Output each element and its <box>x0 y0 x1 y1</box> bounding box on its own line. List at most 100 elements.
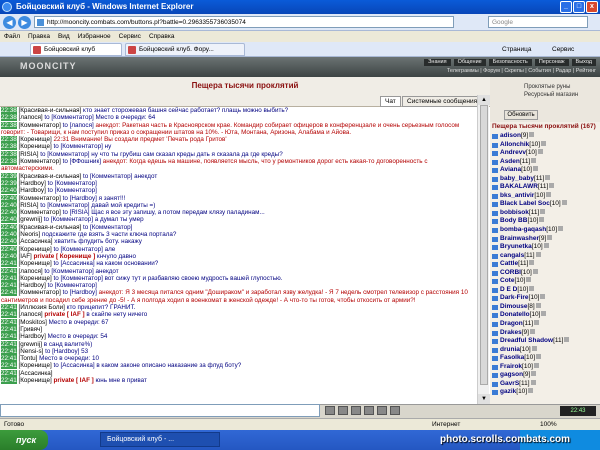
player-entry[interactable]: adison[9] <box>490 132 600 141</box>
player-entry[interactable]: Dark-Fire[10] <box>490 294 600 303</box>
player-entry[interactable]: baby_baby[11] <box>490 174 600 184</box>
taskbar-item[interactable]: Бойцовский клуб - ... <box>100 432 220 447</box>
close-button[interactable]: x <box>586 1 598 13</box>
player-entry[interactable]: D E D[10] <box>490 285 600 295</box>
player-entry[interactable]: Cattle[11] <box>490 260 600 269</box>
scroll-up-icon[interactable]: ▲ <box>478 95 490 105</box>
menu-item[interactable]: Сервис <box>119 31 141 42</box>
player-name[interactable]: Aviana <box>500 166 521 173</box>
player-name[interactable]: Donatello <box>500 311 530 318</box>
back-icon[interactable]: ◀ <box>3 16 16 29</box>
chat-nick[interactable]: [Гривяч] <box>19 326 43 333</box>
player-entry[interactable]: gagson[9] <box>490 371 600 380</box>
player-name[interactable]: Black Label Soc <box>500 200 550 207</box>
page-menu[interactable]: Страница <box>502 44 531 55</box>
chat-nick[interactable]: [RISIA] <box>19 202 39 209</box>
menu-item[interactable]: Вид <box>58 31 70 42</box>
shop-link[interactable]: Ресурсный магазин <box>490 91 600 99</box>
info-icon[interactable] <box>543 243 549 249</box>
chat-nick[interactable]: [Hardboy] <box>19 187 46 194</box>
player-name[interactable]: Andrevv <box>500 149 526 156</box>
player-entry[interactable]: Andrevv[10] <box>490 149 600 158</box>
chat-nick[interactable]: [Nensi-s] <box>19 348 44 355</box>
player-name[interactable]: cangals <box>500 252 524 259</box>
chat-nick[interactable]: [IAF] <box>19 253 32 260</box>
nav-item[interactable]: Безопасность <box>488 59 532 66</box>
player-name[interactable]: bks_antivir <box>500 192 534 199</box>
address-input[interactable]: http://mooncity.combats.com/buttons.pl?b… <box>34 16 454 28</box>
chat-nick[interactable]: [Neoris] <box>19 231 41 238</box>
info-icon[interactable] <box>535 251 541 257</box>
player-name[interactable]: Body BB <box>500 217 527 224</box>
chat-nick[interactable]: [Красивая-и-сильная] <box>19 224 82 231</box>
player-name[interactable]: Frairok <box>500 363 522 370</box>
player-name[interactable]: CORBI <box>500 269 521 276</box>
info-icon[interactable] <box>536 354 542 360</box>
info-icon[interactable] <box>529 132 535 137</box>
chat-nick[interactable]: [Ассасинка] <box>19 238 53 245</box>
nav-item[interactable]: Знания <box>424 59 451 66</box>
player-name[interactable]: gazik <box>500 388 516 395</box>
smiles-icon[interactable] <box>325 406 335 415</box>
menu-item[interactable]: Правка <box>28 31 50 42</box>
info-icon[interactable] <box>541 140 547 146</box>
info-icon[interactable] <box>546 191 552 197</box>
player-entry[interactable]: gazik[10] <box>490 388 600 397</box>
start-button[interactable]: пуск <box>0 430 48 450</box>
tab-system[interactable]: Системные сообщения <box>402 96 483 107</box>
tab-combats[interactable]: Бойцовский клуб <box>30 43 122 56</box>
tab-forum[interactable]: Бойцовский клуб. Фору... <box>125 43 245 56</box>
player-name[interactable]: Fasolka <box>500 354 524 361</box>
player-entry[interactable]: bks_antivir[10] <box>490 191 600 201</box>
chat-nick[interactable]: [Коренище] <box>19 143 52 150</box>
service-menu[interactable]: Сервис <box>552 44 574 55</box>
player-name[interactable]: BAKALAWR <box>500 183 538 190</box>
info-icon[interactable] <box>526 277 532 283</box>
info-icon[interactable] <box>535 302 541 308</box>
refresh-button[interactable]: Обновить <box>504 110 538 120</box>
player-name[interactable]: gagson <box>500 371 523 378</box>
search-input[interactable]: Google <box>488 16 588 28</box>
player-name[interactable]: Dimouse <box>500 303 527 310</box>
player-name[interactable]: Brainwasher <box>500 235 539 242</box>
player-entry[interactable]: Drakes[9] <box>490 328 600 338</box>
info-icon[interactable] <box>545 174 551 180</box>
info-icon[interactable] <box>547 234 553 240</box>
chat-nick[interactable]: [Комментатор] <box>19 289 61 296</box>
player-name[interactable]: Cattle <box>500 260 518 267</box>
info-icon[interactable] <box>539 217 545 223</box>
player-entry[interactable]: Body BB[10] <box>490 217 600 226</box>
chat-nick[interactable]: [RISIA] <box>19 151 39 158</box>
player-entry[interactable]: Fasolka[10] <box>490 354 600 363</box>
info-icon[interactable] <box>540 208 546 214</box>
runes-link[interactable]: Проклятые руны <box>490 83 600 91</box>
info-icon[interactable] <box>561 200 567 206</box>
chat-nick[interactable]: [Hardboy] <box>19 333 46 340</box>
player-entry[interactable]: Frairok[10] <box>490 362 600 372</box>
chat-nick[interactable]: [Красивая-и-сильная] <box>19 173 82 180</box>
player-name[interactable]: D E D <box>500 286 517 293</box>
chat-nick[interactable]: [Hardboy] <box>19 180 46 187</box>
player-entry[interactable]: Dreadful Shadow[11] <box>490 337 600 346</box>
player-entry[interactable]: GavrS[11] <box>490 379 600 389</box>
player-name[interactable]: bobbisok <box>500 209 529 216</box>
chat-nick[interactable]: [Ассасинка] <box>19 370 53 377</box>
chat-nick[interactable]: [Комментатор] <box>19 158 61 165</box>
player-entry[interactable]: Aviana[10] <box>490 166 600 175</box>
settings-icon[interactable] <box>390 406 400 415</box>
scroll-down-icon[interactable]: ▼ <box>478 394 490 404</box>
player-entry[interactable]: cangals[11] <box>490 251 600 261</box>
scroll-thumb[interactable] <box>480 105 488 385</box>
chat-nick[interactable]: [лапося] <box>19 268 43 275</box>
player-entry[interactable]: drunia[10] <box>490 345 600 355</box>
chat-input[interactable] <box>0 404 320 417</box>
info-icon[interactable] <box>529 328 535 334</box>
player-entry[interactable]: Dragon[11] <box>490 320 600 329</box>
player-entry[interactable]: Asden[11] <box>490 157 600 167</box>
chat-nick[interactable]: [grewnij] <box>19 341 42 348</box>
chat-nick[interactable]: [Коренище] <box>19 260 52 267</box>
player-entry[interactable]: bobbisok[11] <box>490 208 600 218</box>
player-entry[interactable]: Donatello[10] <box>490 311 600 320</box>
chat-nick[interactable]: [лапося] <box>19 114 43 121</box>
info-icon[interactable] <box>564 337 570 343</box>
